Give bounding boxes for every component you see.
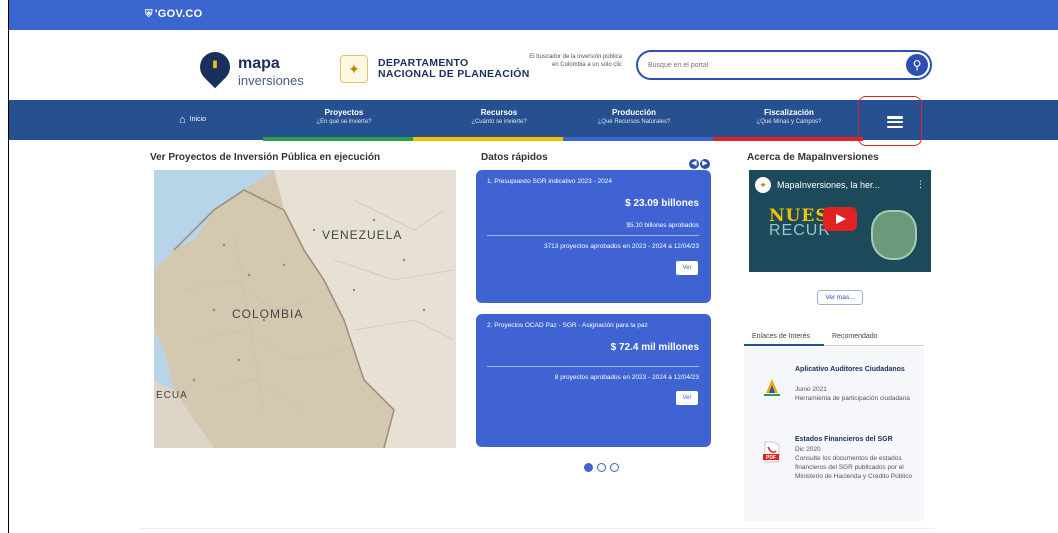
window-edge bbox=[0, 0, 9, 533]
nav-recursos[interactable]: Recursos ¿Cuánto se invierte? bbox=[449, 100, 549, 140]
link-desc: Herramienta de participación ciudadana bbox=[795, 395, 910, 402]
map-label-ecuador: ECUA bbox=[156, 390, 188, 401]
carousel-dot[interactable] bbox=[597, 463, 606, 472]
datos-card-1: 1. Presupuesto SGR indicativo 2023 - 202… bbox=[476, 170, 711, 303]
links-list: Aplicativo Auditores Ciudadanos Junio 20… bbox=[744, 347, 924, 521]
card-header: 2. Proyectos OCAD Paz - SGR - Asignación… bbox=[487, 322, 648, 329]
mapa-inversiones-logo[interactable]: ▮ mapa inversiones bbox=[193, 45, 310, 92]
link-title: Estados Financieros del SGR bbox=[795, 436, 893, 443]
nav-stripe-yellow bbox=[413, 137, 563, 141]
nav-fiscalizacion[interactable]: Fiscalización ¿Qué Minas y Campos? bbox=[739, 100, 839, 140]
link-title: Aplicativo Auditores Ciudadanos bbox=[795, 366, 905, 373]
nav-stripe-red bbox=[713, 137, 863, 141]
card-divider bbox=[487, 366, 699, 367]
coat-of-arms-icon: ✦ bbox=[340, 55, 368, 83]
map-svg bbox=[154, 170, 456, 448]
play-button[interactable] bbox=[823, 207, 857, 231]
ver-mas-button[interactable]: Ver mas... bbox=[817, 290, 863, 305]
gov-co-link[interactable]: ⛨ 'GOV.CO bbox=[145, 8, 203, 20]
card-projects: 3713 proyectos aprobados en 2023 - 2024 … bbox=[543, 243, 699, 250]
acerca-title: Acerca de MapaInversiones bbox=[747, 152, 879, 163]
link-date: Dic 2020 bbox=[795, 446, 821, 453]
channel-avatar: ✦ bbox=[755, 177, 771, 193]
nav-stripe-blue bbox=[563, 137, 713, 141]
kebab-menu-icon[interactable]: ⋮ bbox=[916, 179, 925, 190]
search-icon: ⚲ bbox=[912, 58, 922, 72]
logo-word-inversiones: inversiones bbox=[238, 73, 304, 88]
tab-recomendado[interactable]: Recomendado bbox=[832, 333, 878, 340]
video-embed[interactable]: ✦ MapaInversiones, la her... ⋮ NUEST REC… bbox=[749, 170, 931, 272]
bottom-divider bbox=[140, 528, 935, 529]
tagline: El buscador de la inversión pública en C… bbox=[529, 54, 622, 68]
card-approved: $5.10 billones aprobados bbox=[626, 222, 699, 229]
card-amount: $ 23.09 billones bbox=[625, 198, 699, 209]
link-desc: Consulte los documentos de estados finan… bbox=[795, 455, 913, 480]
search-button[interactable]: ⚲ bbox=[906, 54, 928, 76]
nav-home[interactable]: ⌂ Inicio bbox=[179, 114, 206, 126]
prev-arrow-icon[interactable]: ◀ bbox=[689, 159, 699, 169]
card-ver-button[interactable]: Ver bbox=[676, 261, 698, 275]
carousel-dot[interactable] bbox=[610, 463, 619, 472]
auditores-app-icon bbox=[762, 375, 782, 397]
next-arrow-icon[interactable]: ▶ bbox=[700, 159, 710, 169]
map-label-venezuela: VENEZUELA bbox=[322, 228, 403, 242]
hamburger-icon bbox=[887, 116, 903, 129]
card-amount: $ 72.4 mil millones bbox=[610, 342, 699, 353]
links-tabs: Enlaces de Interés Recomendado bbox=[744, 330, 924, 346]
link-date: Junio 2021 bbox=[795, 386, 827, 393]
card-ver-button[interactable]: Ver bbox=[676, 391, 698, 405]
hamburger-menu-button[interactable] bbox=[858, 96, 922, 146]
card-divider bbox=[487, 235, 699, 236]
svg-text:PDF: PDF bbox=[766, 455, 776, 461]
home-icon: ⌂ bbox=[179, 114, 186, 126]
coin-jar-image bbox=[871, 210, 917, 260]
colombia-map[interactable]: VENEZUELA COLOMBIA ECUA bbox=[154, 170, 456, 448]
card-header: 1. Presupuesto SGR indicativo 2023 - 202… bbox=[487, 178, 613, 185]
datos-card-2: 2. Proyectos OCAD Paz - SGR - Asignación… bbox=[476, 314, 711, 447]
shield-icon: ⛨ bbox=[145, 9, 153, 20]
pdf-icon: PDF bbox=[762, 441, 782, 463]
card-projects: 8 proyectos aprobados en 2023 - 2024 a 1… bbox=[554, 374, 699, 381]
map-section-title: Ver Proyectos de Inversión Pública en ej… bbox=[150, 152, 381, 163]
video-title: MapaInversiones, la her... bbox=[777, 180, 881, 190]
nav-produccion[interactable]: Producción ¿Qué Recursos Naturales? bbox=[579, 100, 689, 140]
video-text-2: RECUR bbox=[769, 222, 831, 239]
bars-icon: ▮ bbox=[212, 59, 218, 70]
carousel-dots bbox=[584, 459, 623, 477]
tab-enlaces[interactable]: Enlaces de Interés bbox=[752, 333, 810, 340]
map-label-colombia: COLOMBIA bbox=[232, 307, 304, 321]
dnp-line2: NACIONAL DE PLANEACIÓN bbox=[378, 68, 530, 80]
page: ⛨ 'GOV.CO ▮ mapa inversiones ✦ DEPARTAMEN… bbox=[0, 0, 1058, 533]
carousel-dot[interactable] bbox=[584, 463, 593, 472]
nav-proyectos[interactable]: Proyectos ¿En qué se invierte? bbox=[289, 100, 399, 140]
carousel-arrows: ◀ ▶ bbox=[688, 152, 710, 170]
nav-stripe-green bbox=[263, 137, 413, 141]
active-tab-indicator bbox=[744, 344, 824, 346]
gov-bar: ⛨ 'GOV.CO bbox=[9, 0, 1058, 30]
logo-word-mapa: mapa bbox=[238, 55, 280, 72]
search-input[interactable] bbox=[648, 58, 878, 72]
datos-title: Datos rápidos bbox=[481, 152, 548, 163]
dnp-logo[interactable]: ✦ DEPARTAMENTO NACIONAL DE PLANEACIÓN bbox=[340, 55, 540, 87]
search-box: ⚲ bbox=[636, 50, 932, 80]
